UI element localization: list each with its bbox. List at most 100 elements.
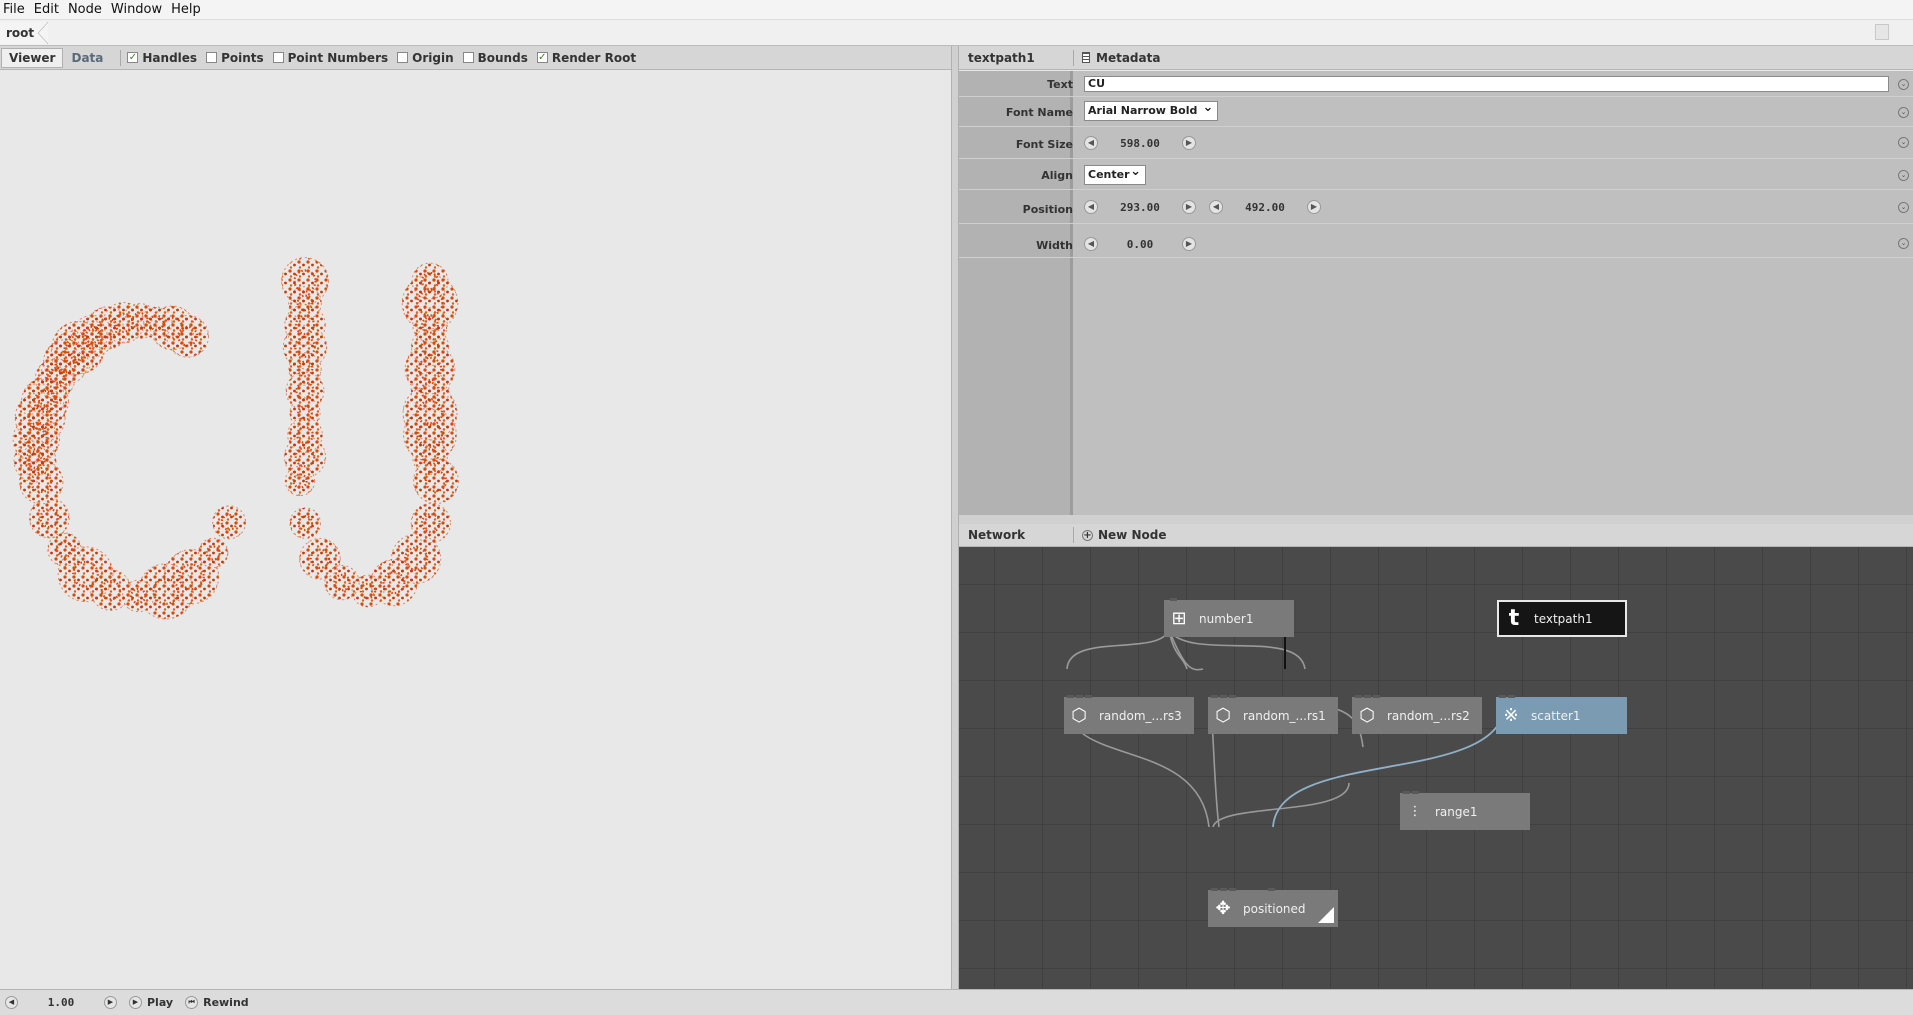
node-scatter1[interactable]: ※ scatter1 <box>1496 695 1627 734</box>
increment-arrow-icon[interactable]: ▶ <box>1307 200 1321 214</box>
vertical-splitter[interactable] <box>951 46 959 989</box>
network-canvas[interactable]: ⊞ number1 t textpath1 ⬡ random_...rs3 ⬡ … <box>959 547 1913 989</box>
param-row-position: Position ◀ 293.00 ▶ ◀ 492.00 ▶ ⌄ <box>959 190 1913 224</box>
toolbar-divider <box>120 49 122 66</box>
breadcrumb-root[interactable]: root <box>0 21 49 44</box>
decrement-arrow-icon[interactable]: ◀ <box>1084 136 1098 150</box>
checkbox-checked-icon: ✓ <box>536 52 548 63</box>
rewind-button[interactable]: ⏮ Rewind <box>185 996 249 1009</box>
metadata-icon <box>1082 52 1090 63</box>
network-wires <box>1066 626 1506 828</box>
node-number1[interactable]: ⊞ number1 <box>1164 598 1294 637</box>
scatter-cluster <box>47 532 82 567</box>
horizontal-splitter[interactable] <box>959 515 1913 524</box>
align-dropdown[interactable]: Center <box>1084 163 1146 185</box>
origin-checkbox[interactable]: Origin <box>397 51 454 65</box>
tab-viewer[interactable]: Viewer <box>1 47 64 68</box>
input-port[interactable] <box>1211 888 1218 891</box>
param-menu-icon[interactable]: ⌄ <box>1898 137 1909 148</box>
input-port[interactable] <box>1220 888 1227 891</box>
move-icon: ✥ <box>1215 898 1231 919</box>
decrement-arrow-icon[interactable]: ◀ <box>5 996 18 1009</box>
menu-node[interactable]: Node <box>65 2 108 17</box>
network-header: Network + New Node <box>959 524 1913 547</box>
address-bar: root <box>0 20 1913 46</box>
input-port[interactable] <box>1067 695 1074 698</box>
font-size-field[interactable]: ◀ 598.00 ▶ <box>1084 135 1196 151</box>
input-port[interactable] <box>1268 888 1275 891</box>
node-label: random_...rs2 <box>1387 708 1470 723</box>
input-port[interactable] <box>1355 695 1362 698</box>
input-port[interactable] <box>1508 695 1515 698</box>
node-random-rs2[interactable]: ⬡ random_...rs2 <box>1352 695 1482 734</box>
font-size-value[interactable]: 598.00 <box>1098 137 1182 150</box>
new-node-button[interactable]: + New Node <box>1073 527 1166 543</box>
increment-arrow-icon[interactable]: ▶ <box>1182 136 1196 150</box>
node-random-rs1[interactable]: ⬡ random_...rs1 <box>1208 695 1338 734</box>
scatter-glyphs <box>12 257 459 620</box>
checkbox-checked-icon: ✓ <box>127 52 139 63</box>
node-textpath1[interactable]: t textpath1 <box>1497 600 1627 637</box>
points-label: Points <box>221 50 264 65</box>
decrement-arrow-icon[interactable]: ◀ <box>1084 200 1098 214</box>
metadata-label: Metadata <box>1096 50 1161 65</box>
increment-arrow-icon[interactable]: ▶ <box>1182 200 1196 214</box>
point-numbers-checkbox[interactable]: Point Numbers <box>272 51 388 65</box>
tab-data[interactable]: Data <box>64 48 110 68</box>
node-range1[interactable]: ⋮ range1 <box>1400 791 1530 830</box>
width-field[interactable]: ◀ 0.00 ▶ <box>1084 236 1196 252</box>
input-port[interactable] <box>1364 695 1371 698</box>
increment-arrow-icon[interactable]: ▶ <box>1182 237 1196 251</box>
bounds-checkbox[interactable]: Bounds <box>462 51 528 65</box>
metadata-button[interactable]: Metadata <box>1073 49 1161 66</box>
increment-arrow-icon[interactable]: ▶ <box>104 996 117 1009</box>
menu-help[interactable]: Help <box>168 2 207 17</box>
position-x-value[interactable]: 293.00 <box>1098 201 1182 214</box>
menu-edit[interactable]: Edit <box>31 2 65 17</box>
input-port[interactable] <box>1229 888 1236 891</box>
render-root-checkbox[interactable]: ✓ Render Root <box>536 51 636 65</box>
param-menu-icon[interactable]: ⌄ <box>1898 170 1909 181</box>
network-title: Network <box>968 528 1026 542</box>
width-value[interactable]: 0.00 <box>1098 238 1182 251</box>
decrement-arrow-icon[interactable]: ◀ <box>1209 200 1223 214</box>
font-name-dropdown[interactable]: Arial Narrow Bold <box>1084 99 1219 121</box>
node-label: textpath1 <box>1534 611 1593 626</box>
scatter-cluster <box>71 314 114 358</box>
position-y-field[interactable]: ◀ 492.00 ▶ <box>1209 199 1321 215</box>
input-port[interactable] <box>1403 791 1410 794</box>
points-checkbox[interactable]: Points <box>206 51 264 65</box>
frame-field[interactable]: ◀ 1.00 ▶ <box>5 994 117 1012</box>
param-menu-icon[interactable]: ⌄ <box>1898 202 1909 213</box>
address-bar-button[interactable] <box>1875 24 1889 40</box>
input-port[interactable] <box>1373 695 1380 698</box>
param-menu-icon[interactable]: ⌄ <box>1898 79 1909 90</box>
decrement-arrow-icon[interactable]: ◀ <box>1084 237 1098 251</box>
input-port[interactable] <box>1412 791 1419 794</box>
input-port[interactable] <box>1170 598 1177 601</box>
handles-checkbox[interactable]: ✓ Handles <box>127 51 197 65</box>
menu-window[interactable]: Window <box>108 2 168 17</box>
frame-value[interactable]: 1.00 <box>18 996 104 1009</box>
node-label: number1 <box>1199 611 1254 626</box>
input-port[interactable] <box>1076 695 1083 698</box>
input-port[interactable] <box>1229 695 1236 698</box>
input-port[interactable] <box>1499 695 1506 698</box>
input-port[interactable] <box>1211 695 1218 698</box>
node-positioned[interactable]: ✥ positioned <box>1208 888 1338 927</box>
param-row-text: Text CU ⌄ <box>959 71 1913 97</box>
param-menu-icon[interactable]: ⌄ <box>1898 107 1909 118</box>
rewind-label: Rewind <box>203 996 249 1009</box>
position-y-value[interactable]: 492.00 <box>1223 201 1307 214</box>
position-x-field[interactable]: ◀ 293.00 ▶ <box>1084 199 1196 215</box>
param-label-position: Position <box>1022 203 1073 216</box>
play-button[interactable]: ▶ Play <box>129 996 173 1009</box>
viewer-canvas[interactable] <box>0 71 951 989</box>
menu-file[interactable]: File <box>0 2 31 17</box>
node-random-rs3[interactable]: ⬡ random_...rs3 <box>1064 695 1194 734</box>
corner-handle-icon[interactable] <box>1318 907 1334 923</box>
input-port[interactable] <box>1220 695 1227 698</box>
param-menu-icon[interactable]: ⌄ <box>1898 238 1909 249</box>
text-input[interactable]: CU <box>1084 76 1889 92</box>
input-port[interactable] <box>1085 695 1092 698</box>
